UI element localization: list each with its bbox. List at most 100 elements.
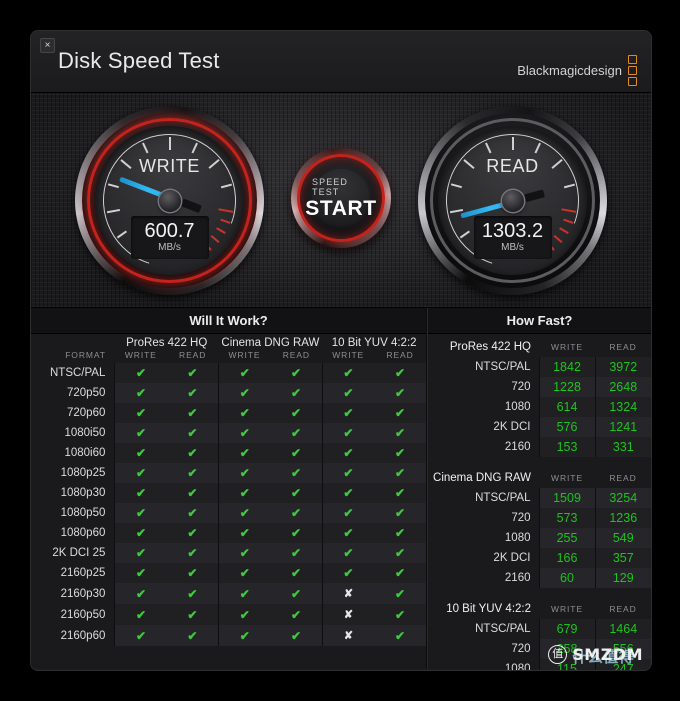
check-icon: ✔ — [187, 446, 198, 460]
check-icon: ✔ — [239, 406, 250, 420]
table-row: 2160p50 ✔ ✔ ✔ ✔ ✘ ✔ — [31, 604, 426, 625]
check-icon: ✔ — [291, 586, 302, 601]
gauge-redline-tick — [558, 226, 569, 234]
subheader-read: READ — [609, 604, 637, 614]
subheader-write: WRITE — [551, 473, 583, 483]
support-cell: ✔ — [270, 563, 323, 583]
format-label: NTSC/PAL — [49, 367, 106, 379]
check-icon: ✔ — [343, 566, 354, 580]
check-icon: ✔ — [291, 386, 302, 400]
support-cell: ✔ — [114, 443, 167, 463]
check-icon: ✔ — [136, 386, 147, 400]
resolution-label: 1080 — [504, 401, 531, 413]
write-gauge-label: WRITE — [139, 156, 200, 176]
support-cell: ✔ — [166, 543, 219, 563]
check-icon: ✔ — [395, 506, 406, 520]
table-body: ProRes 422 HQ WRITE READ NTSC/PAL 1842 3972 72… — [428, 337, 651, 670]
table-row: 2K DCI 25 ✔ ✔ ✔ ✔ ✔ ✔ — [31, 543, 426, 563]
support-cell: ✔ — [114, 363, 167, 383]
check-icon: ✔ — [239, 586, 250, 601]
support-cell: ✔ — [374, 423, 426, 443]
write-speed-value: 573 — [538, 508, 595, 528]
speed-test-start-button[interactable]: SPEED TEST START — [291, 148, 391, 248]
support-cell: ✔ — [166, 604, 219, 625]
resolution-label: 2160 — [504, 572, 531, 584]
check-icon: ✔ — [136, 566, 147, 580]
blackmagic-squares-icon — [628, 55, 637, 86]
support-cell: ✔ — [166, 625, 219, 646]
check-icon: ✔ — [187, 566, 198, 580]
support-cell: ✔ — [321, 383, 375, 403]
check-icon: ✔ — [187, 406, 198, 420]
subheader-write: WRITE — [551, 604, 583, 614]
support-cell: ✔ — [166, 503, 219, 523]
support-cell: ✔ — [166, 483, 219, 503]
support-cell: ✔ — [374, 604, 426, 625]
check-icon: ✔ — [291, 446, 302, 460]
support-cell: ✔ — [218, 583, 271, 604]
check-icon: ✔ — [136, 466, 147, 480]
support-cell: ✔ — [218, 423, 271, 443]
support-cell: ✔ — [114, 563, 167, 583]
support-cell: ✔ — [114, 483, 167, 503]
check-icon: ✔ — [136, 506, 147, 520]
check-icon: ✔ — [187, 586, 198, 601]
write-speed-value: 576 — [538, 417, 595, 437]
support-cell: ✔ — [218, 463, 271, 483]
group-name: ProRes 422 HQ — [449, 341, 531, 353]
close-button[interactable]: × — [40, 38, 55, 53]
support-cell: ✔ — [321, 523, 375, 543]
read-speed-value: 1236 — [594, 508, 651, 528]
check-icon: ✔ — [395, 628, 406, 643]
support-cell: ✔ — [218, 403, 271, 423]
support-cell: ✔ — [114, 523, 167, 543]
subheader-0-write: WRITE — [124, 350, 157, 360]
check-icon: ✔ — [239, 526, 250, 540]
check-icon: ✔ — [136, 546, 147, 560]
write-speed-value: 614 — [538, 397, 595, 417]
support-cell: ✔ — [374, 443, 426, 463]
table-row: 2160p60 ✔ ✔ ✔ ✔ ✘ ✔ — [31, 625, 426, 646]
support-cell: ✔ — [114, 383, 167, 403]
support-cell: ✔ — [270, 625, 323, 646]
group-spacer — [428, 588, 651, 599]
table-row: 1080p25 ✔ ✔ ✔ ✔ ✔ ✔ — [31, 463, 426, 483]
resolution-label: NTSC/PAL — [475, 361, 531, 373]
check-icon: ✔ — [136, 628, 147, 643]
support-cell: ✔ — [166, 423, 219, 443]
support-cell: ✔ — [114, 543, 167, 563]
title-bar: × Disk Speed Test Blackmagicdesign — [31, 31, 651, 93]
support-cell: ✔ — [218, 383, 271, 403]
watermark: 值 SMZDM 什么值得买 — [548, 645, 643, 670]
check-icon: ✔ — [395, 566, 406, 580]
check-icon: ✔ — [343, 446, 354, 460]
table-row: 2160p25 ✔ ✔ ✔ ✔ ✔ ✔ — [31, 563, 426, 583]
read-gauge-label: READ — [486, 156, 539, 176]
resolution-label: NTSC/PAL — [475, 492, 531, 504]
read-speed-value: 3254 — [594, 488, 651, 508]
read-speed-value: 357 — [594, 548, 651, 568]
check-icon: ✔ — [343, 386, 354, 400]
support-cell: ✔ — [270, 363, 323, 383]
table-row: 1080 614 1324 — [428, 397, 651, 417]
codec-header-0: ProRes 422 HQ — [126, 337, 208, 349]
gauge-hub — [158, 189, 181, 212]
check-icon: ✔ — [291, 566, 302, 580]
read-speed-value: 1324 — [594, 397, 651, 417]
resolution-label: 720 — [511, 643, 531, 655]
support-cell: ✔ — [321, 543, 375, 563]
check-icon: ✔ — [187, 546, 198, 560]
check-icon: ✔ — [136, 526, 147, 540]
format-label: 1080p60 — [60, 527, 106, 539]
subheader-read: READ — [609, 473, 637, 483]
check-icon: ✔ — [187, 466, 198, 480]
check-icon: ✔ — [239, 566, 250, 580]
will-it-work-panel: Will It Work? ProRes 422 HQ Cinema DNG RA… — [31, 308, 427, 669]
support-cell: ✔ — [374, 523, 426, 543]
table-row: 720p50 ✔ ✔ ✔ ✔ ✔ ✔ — [31, 383, 426, 403]
support-cell: ✘ — [321, 604, 375, 625]
group-spacer — [428, 457, 651, 468]
format-label: 720p50 — [67, 387, 106, 399]
write-gauge: WRITE 600.7 MB/s — [75, 106, 264, 295]
disk-speed-test-window: × Disk Speed Test Blackmagicdesign WRITE… — [31, 31, 651, 670]
